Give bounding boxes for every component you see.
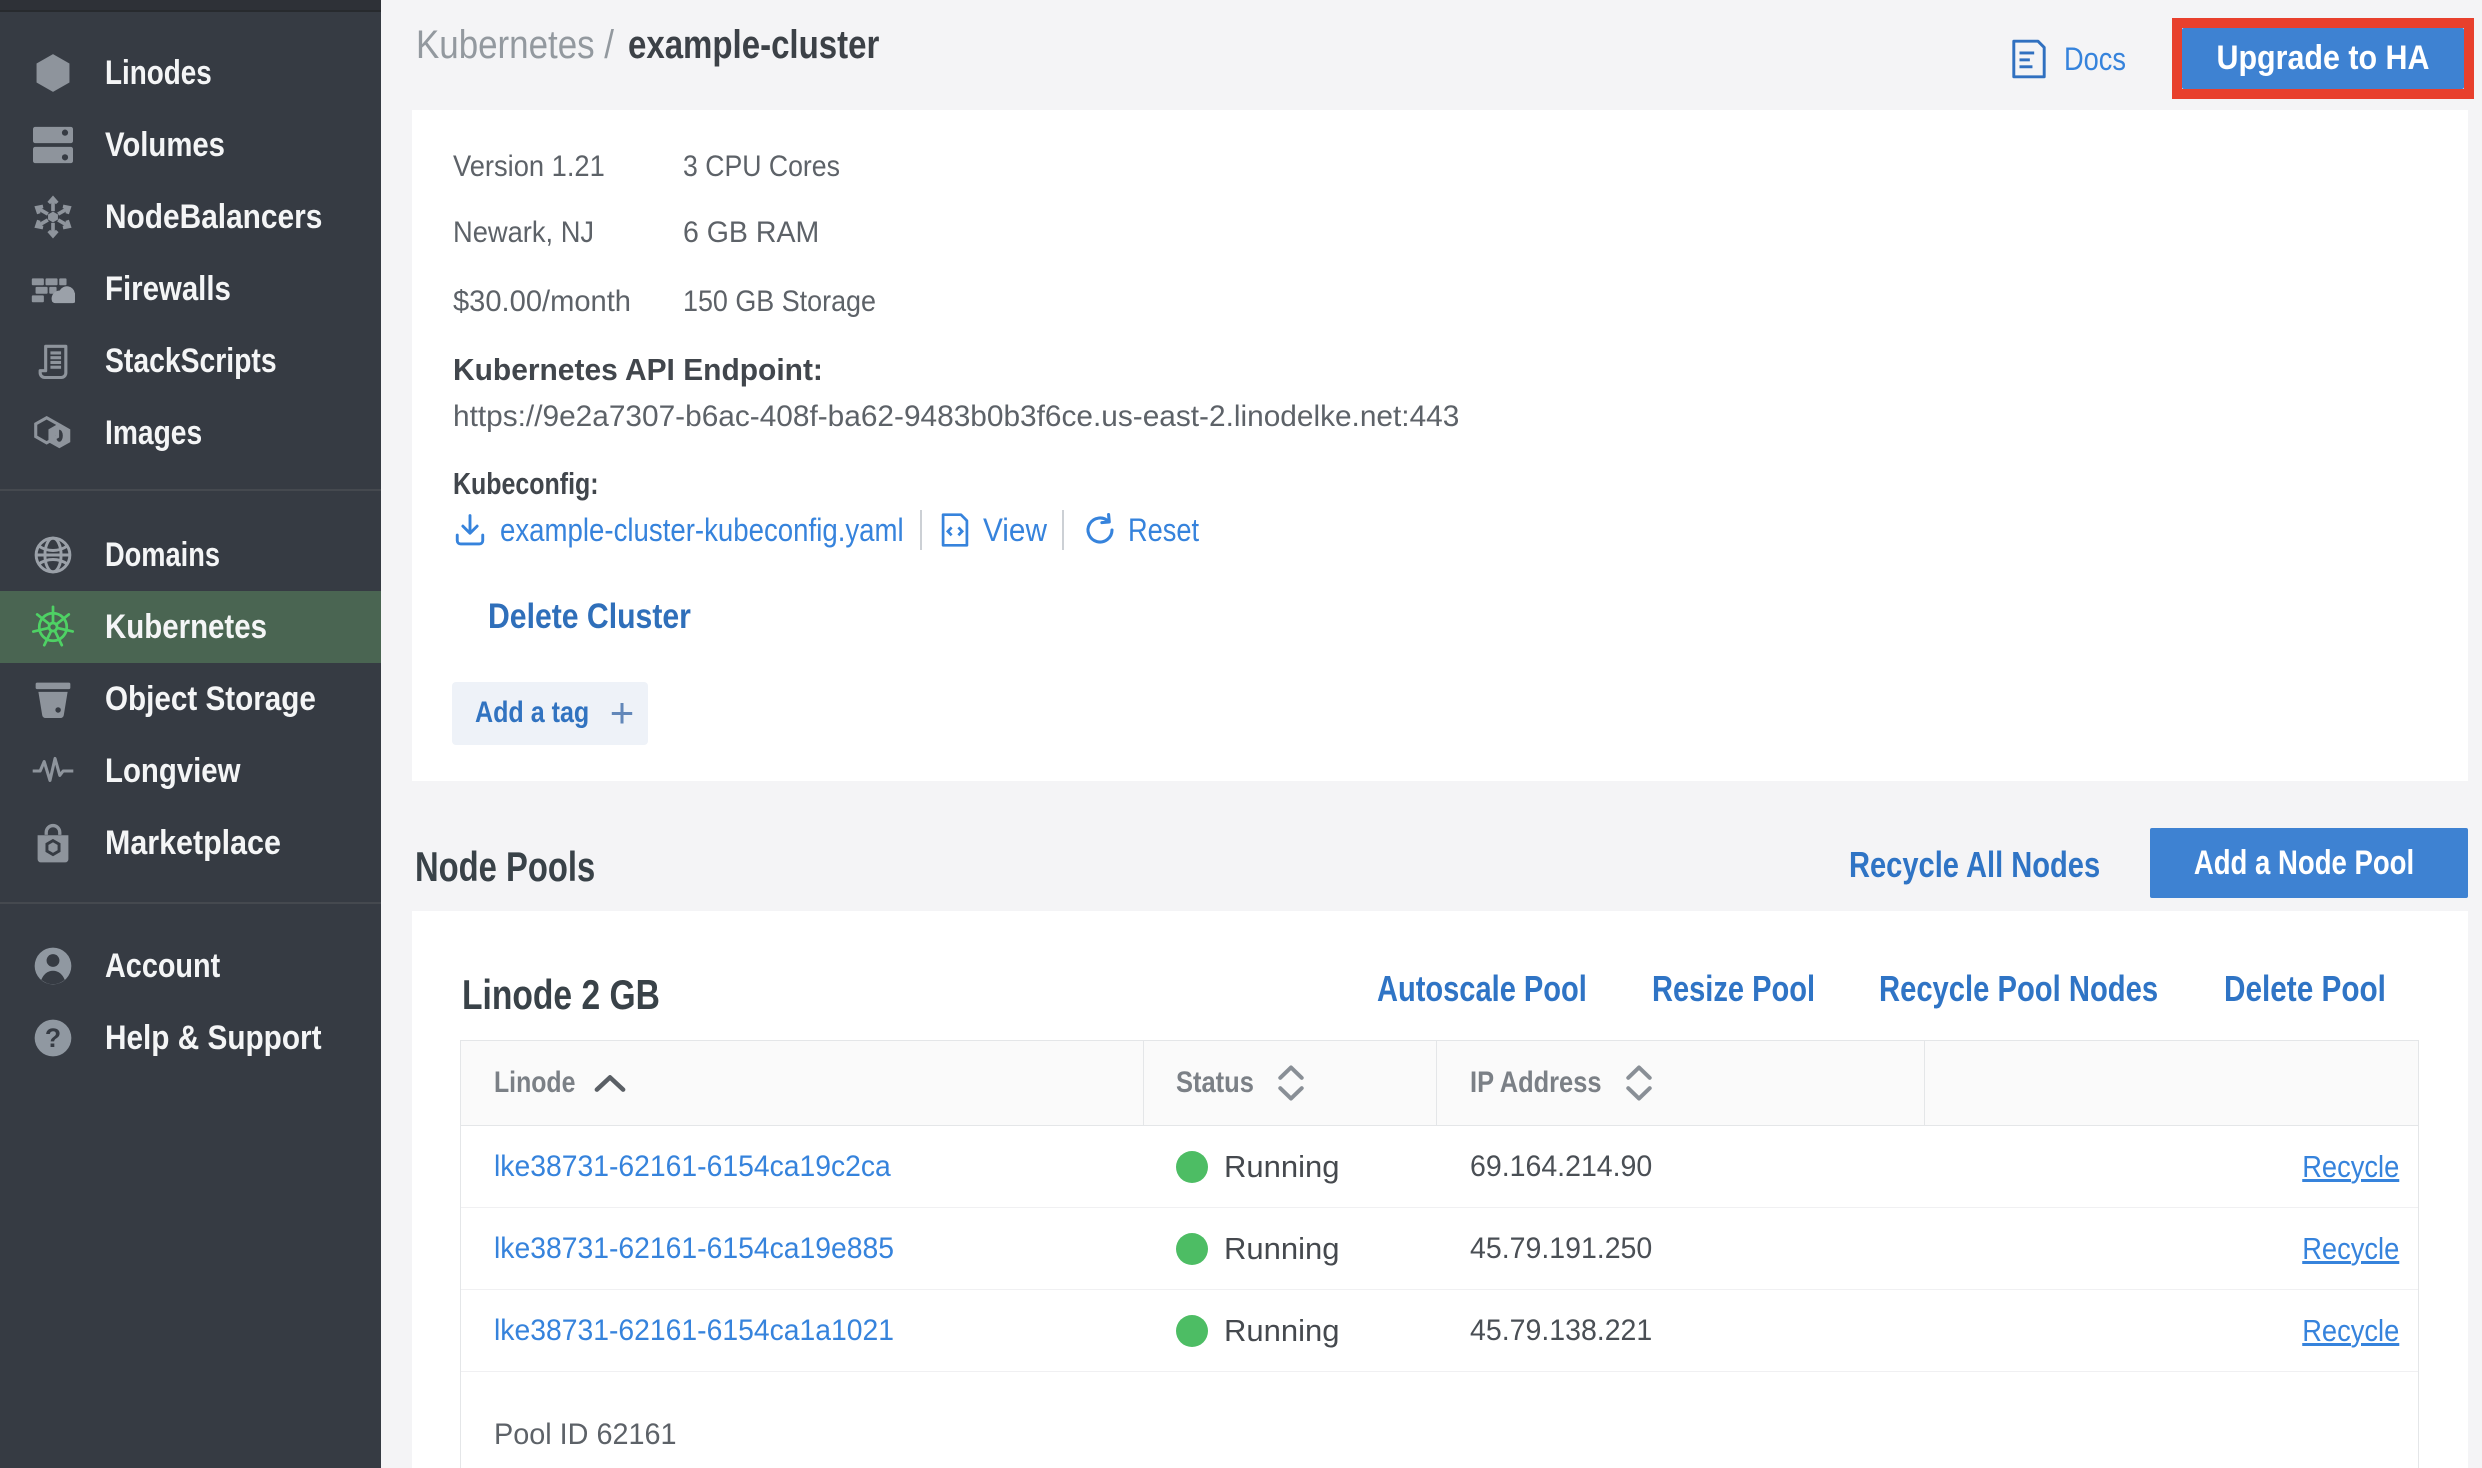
svg-text:?: ? [45,1023,61,1053]
